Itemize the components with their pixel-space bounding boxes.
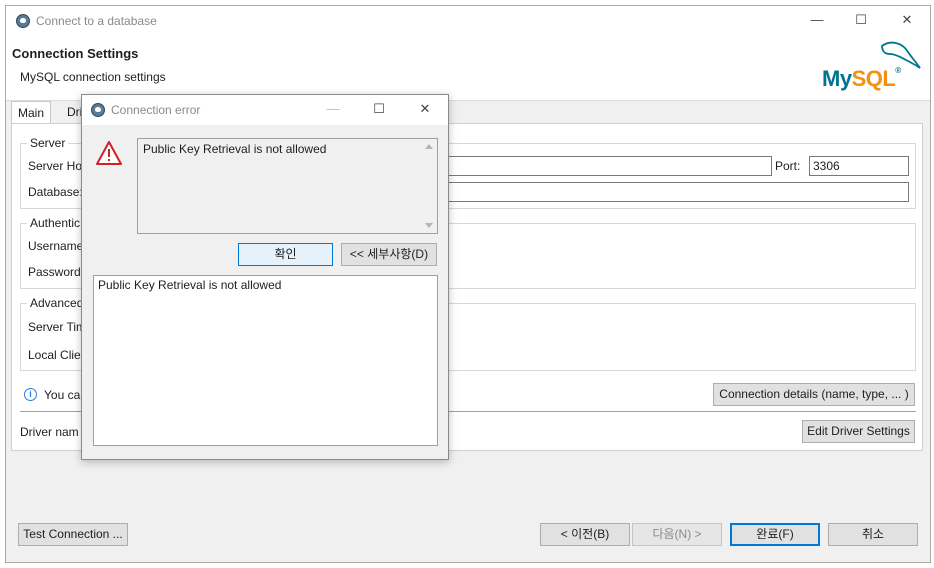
maximize-button[interactable]: ☐ [852,12,870,28]
logo-text-my: My [822,66,852,91]
error-details-text: Public Key Retrieval is not allowed [98,278,282,292]
server-host-label: Server Ho [28,159,83,173]
dialog-minimize-button[interactable]: — [324,101,342,117]
local-client-label: Local Clie [28,348,81,362]
warning-icon [96,141,122,165]
connection-details-button[interactable]: Connection details (name, type, ... ) [713,383,915,406]
error-details-box[interactable]: Public Key Retrieval is not allowed [93,275,438,446]
edit-driver-settings-button[interactable]: Edit Driver Settings [802,420,915,443]
error-message: Public Key Retrieval is not allowed [143,142,327,156]
scroll-down-icon[interactable] [425,223,433,228]
password-label: Password: [28,265,85,279]
tab-main[interactable]: Main [11,101,52,124]
cancel-button[interactable]: 취소 [828,523,918,546]
scroll-up-icon[interactable] [425,144,433,149]
dialog-title: Connection error [111,103,201,117]
port-input[interactable]: 3306 [809,156,909,176]
close-button[interactable]: ✕ [898,12,916,28]
back-button[interactable]: < 이전(B) [540,523,630,546]
info-icon: i [24,388,37,401]
minimize-button[interactable]: — [808,12,826,28]
username-label: Username [28,239,84,253]
next-button[interactable]: 다음(N) > [632,523,722,546]
mysql-logo: MySQL® [822,40,922,92]
message-scrollbar[interactable] [422,139,437,233]
finish-button[interactable]: 완료(F) [730,523,820,546]
info-text: You ca [44,388,81,402]
logo-text-sql: SQL [851,66,896,91]
title-bar[interactable]: Connect to a database — ☐ ✕ [6,6,930,36]
test-connection-button[interactable]: Test Connection ... [18,523,128,546]
dialog-title-bar[interactable]: Connection error — ☐ ✕ [82,95,448,125]
window-title: Connect to a database [36,14,157,28]
error-message-box: Public Key Retrieval is not allowed [137,138,438,234]
ok-button[interactable]: 확인 [238,243,333,266]
advanced-group-title: Advanced [27,296,87,310]
server-host-input[interactable] [448,156,772,176]
dbeaver-icon [91,103,105,117]
page-subtitle: MySQL connection settings [20,70,166,84]
connection-error-dialog: Connection error — ☐ ✕ Public Key Retrie… [81,94,449,460]
port-label: Port: [775,159,801,173]
dialog-close-button[interactable]: ✕ [416,101,434,117]
authentication-group-title: Authentic [27,216,84,230]
database-input[interactable] [448,182,909,202]
logo-trademark: ® [895,66,901,75]
header-area: Connection Settings MySQL connection set… [6,36,930,101]
server-timezone-label: Server Tim [28,320,87,334]
dialog-maximize-button[interactable]: ☐ [370,101,388,117]
server-group-title: Server [27,136,69,150]
database-label: Database: [28,185,83,199]
page-title: Connection Settings [12,46,139,61]
dbeaver-icon [16,14,30,28]
driver-name-label: Driver nam [20,425,79,439]
details-toggle-button[interactable]: << 세부사항(D) [341,243,437,266]
